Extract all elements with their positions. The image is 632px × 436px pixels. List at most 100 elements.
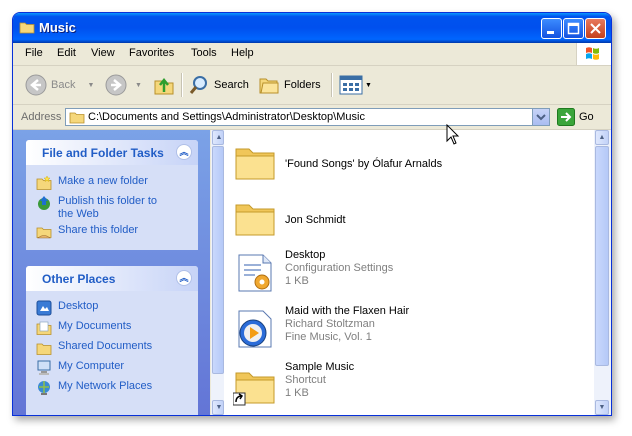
forward-dropdown-icon[interactable]: ▼ [135, 82, 142, 89]
scroll-up-button[interactable]: ▲ [595, 130, 609, 145]
folders-icon [259, 78, 279, 94]
file-name: Desktop [285, 249, 326, 261]
go-button[interactable]: Go [557, 108, 594, 126]
maximize-button[interactable] [563, 18, 584, 39]
folders-button[interactable]: Folders [258, 74, 321, 96]
mouse-cursor-icon [446, 124, 460, 145]
list-item[interactable]: Maid with the Flaxen Hair Richard Stoltz… [233, 305, 593, 357]
explorer-window: Music File Edit View Favorites Tools Hel… [12, 12, 612, 416]
menu-help[interactable]: Help [231, 47, 254, 59]
up-folder-icon [154, 77, 174, 95]
up-folder-button[interactable] [153, 74, 175, 96]
back-arrow-icon [25, 74, 47, 96]
address-input[interactable]: C:\Documents and Settings\Administrator\… [65, 108, 550, 126]
shared-documents-icon [36, 343, 52, 355]
place-label: My Documents [58, 320, 132, 332]
views-icon [339, 75, 363, 95]
other-places-panel: Other Places ︽ Desktop My Documents Shar… [26, 266, 198, 415]
file-artist: Richard Stoltzman [285, 318, 375, 330]
minimize-icon [542, 19, 561, 38]
go-label: Go [579, 111, 594, 123]
task-share-folder[interactable]: Share this folder [36, 224, 168, 240]
scroll-thumb[interactable] [595, 146, 609, 366]
menu-edit[interactable]: Edit [57, 47, 76, 59]
file-type: Configuration Settings [285, 262, 394, 274]
address-path: C:\Documents and Settings\Administrator\… [88, 111, 365, 123]
chevron-up-icon: ▲ [598, 134, 606, 141]
task-label: Share this folder [58, 224, 139, 236]
desktop-icon [36, 300, 52, 316]
list-item[interactable]: Jon Schmidt [233, 193, 593, 245]
toolbar-separator [331, 73, 333, 97]
my-computer-icon [37, 360, 51, 375]
task-make-new-folder[interactable]: Make a new folder [36, 175, 168, 191]
back-button[interactable]: Back ▼ [25, 74, 94, 96]
toolbar: Back ▼ ▼ Search Folders ▼ [13, 66, 611, 105]
collapse-icon[interactable]: ︽ [176, 270, 192, 286]
place-shared-documents[interactable]: Shared Documents [36, 340, 168, 356]
file-list-scrollbar[interactable]: ▲ ▼ [594, 130, 611, 415]
file-folder-tasks-panel: File and Folder Tasks ︽ Make a new folde… [26, 140, 198, 250]
list-item[interactable]: 'Found Songs' by Ólafur Arnalds [233, 137, 593, 189]
file-type: Shortcut [285, 374, 326, 386]
back-dropdown-icon[interactable]: ▼ [87, 82, 94, 89]
chevron-down-icon [536, 114, 546, 121]
address-bar: Address C:\Documents and Settings\Admini… [13, 105, 611, 130]
scroll-up-button[interactable]: ▲ [212, 130, 224, 145]
title-bar[interactable]: Music [13, 13, 611, 43]
file-size: 1 KB [285, 387, 309, 399]
place-label: Desktop [58, 300, 99, 312]
window-title: Music [39, 20, 76, 35]
forward-arrow-icon [105, 74, 127, 96]
place-my-network-places[interactable]: My Network Places [36, 380, 168, 396]
menu-favorites[interactable]: Favorites [129, 47, 174, 59]
chevron-down-icon: ▼ [215, 404, 223, 411]
place-desktop[interactable]: Desktop [36, 300, 168, 316]
address-label: Address [21, 111, 62, 123]
close-icon [586, 19, 605, 38]
config-settings-icon [238, 254, 272, 292]
chevron-up-icon: ▲ [215, 134, 223, 141]
folder-icon [19, 22, 35, 34]
menu-view[interactable]: View [91, 47, 115, 59]
chevron-down-icon: ▼ [598, 404, 606, 411]
views-button[interactable]: ▼ [339, 74, 372, 96]
forward-button[interactable]: ▼ [105, 74, 142, 96]
file-name: Maid with the Flaxen Hair [285, 305, 410, 317]
task-publish-folder[interactable]: Publish this folder to the Web [36, 195, 168, 221]
folder-icon [69, 112, 85, 124]
windows-logo-icon [576, 43, 611, 65]
file-folder-tasks-header[interactable]: File and Folder Tasks ︽ [26, 140, 198, 165]
scroll-thumb[interactable] [212, 146, 224, 374]
task-label: Make a new folder [58, 175, 148, 187]
other-places-header[interactable]: Other Places ︽ [26, 266, 198, 291]
list-item[interactable]: Sample Music Shortcut 1 KB [233, 361, 593, 413]
list-item[interactable]: Desktop Configuration Settings 1 KB [233, 249, 593, 301]
media-player-icon [238, 310, 272, 348]
place-my-computer[interactable]: My Computer [36, 360, 168, 376]
address-dropdown-button[interactable] [532, 109, 549, 125]
menu-file[interactable]: File [25, 47, 43, 59]
toolbar-separator [181, 73, 183, 97]
task-pane-scrollbar[interactable]: ▲ ▼ [211, 130, 224, 415]
new-folder-icon [36, 175, 52, 190]
my-documents-icon [36, 321, 52, 335]
publish-web-icon [38, 196, 50, 210]
minimize-button[interactable] [541, 18, 562, 39]
collapse-icon[interactable]: ︽ [176, 144, 192, 160]
search-label: Search [214, 79, 249, 91]
place-label: Shared Documents [58, 340, 153, 352]
views-dropdown-icon[interactable]: ▼ [365, 82, 372, 89]
menu-tools[interactable]: Tools [191, 47, 217, 59]
place-label: My Network Places [58, 380, 153, 392]
task-pane: File and Folder Tasks ︽ Make a new folde… [13, 130, 210, 415]
search-button[interactable]: Search [188, 74, 249, 96]
folders-label: Folders [284, 79, 321, 91]
place-label: My Computer [58, 360, 125, 372]
folder-shortcut-icon [233, 372, 275, 406]
scroll-down-button[interactable]: ▼ [212, 400, 224, 415]
scroll-down-button[interactable]: ▼ [595, 400, 609, 415]
place-my-documents[interactable]: My Documents [36, 320, 168, 336]
close-button[interactable] [585, 18, 606, 39]
folder-icon [235, 148, 275, 180]
